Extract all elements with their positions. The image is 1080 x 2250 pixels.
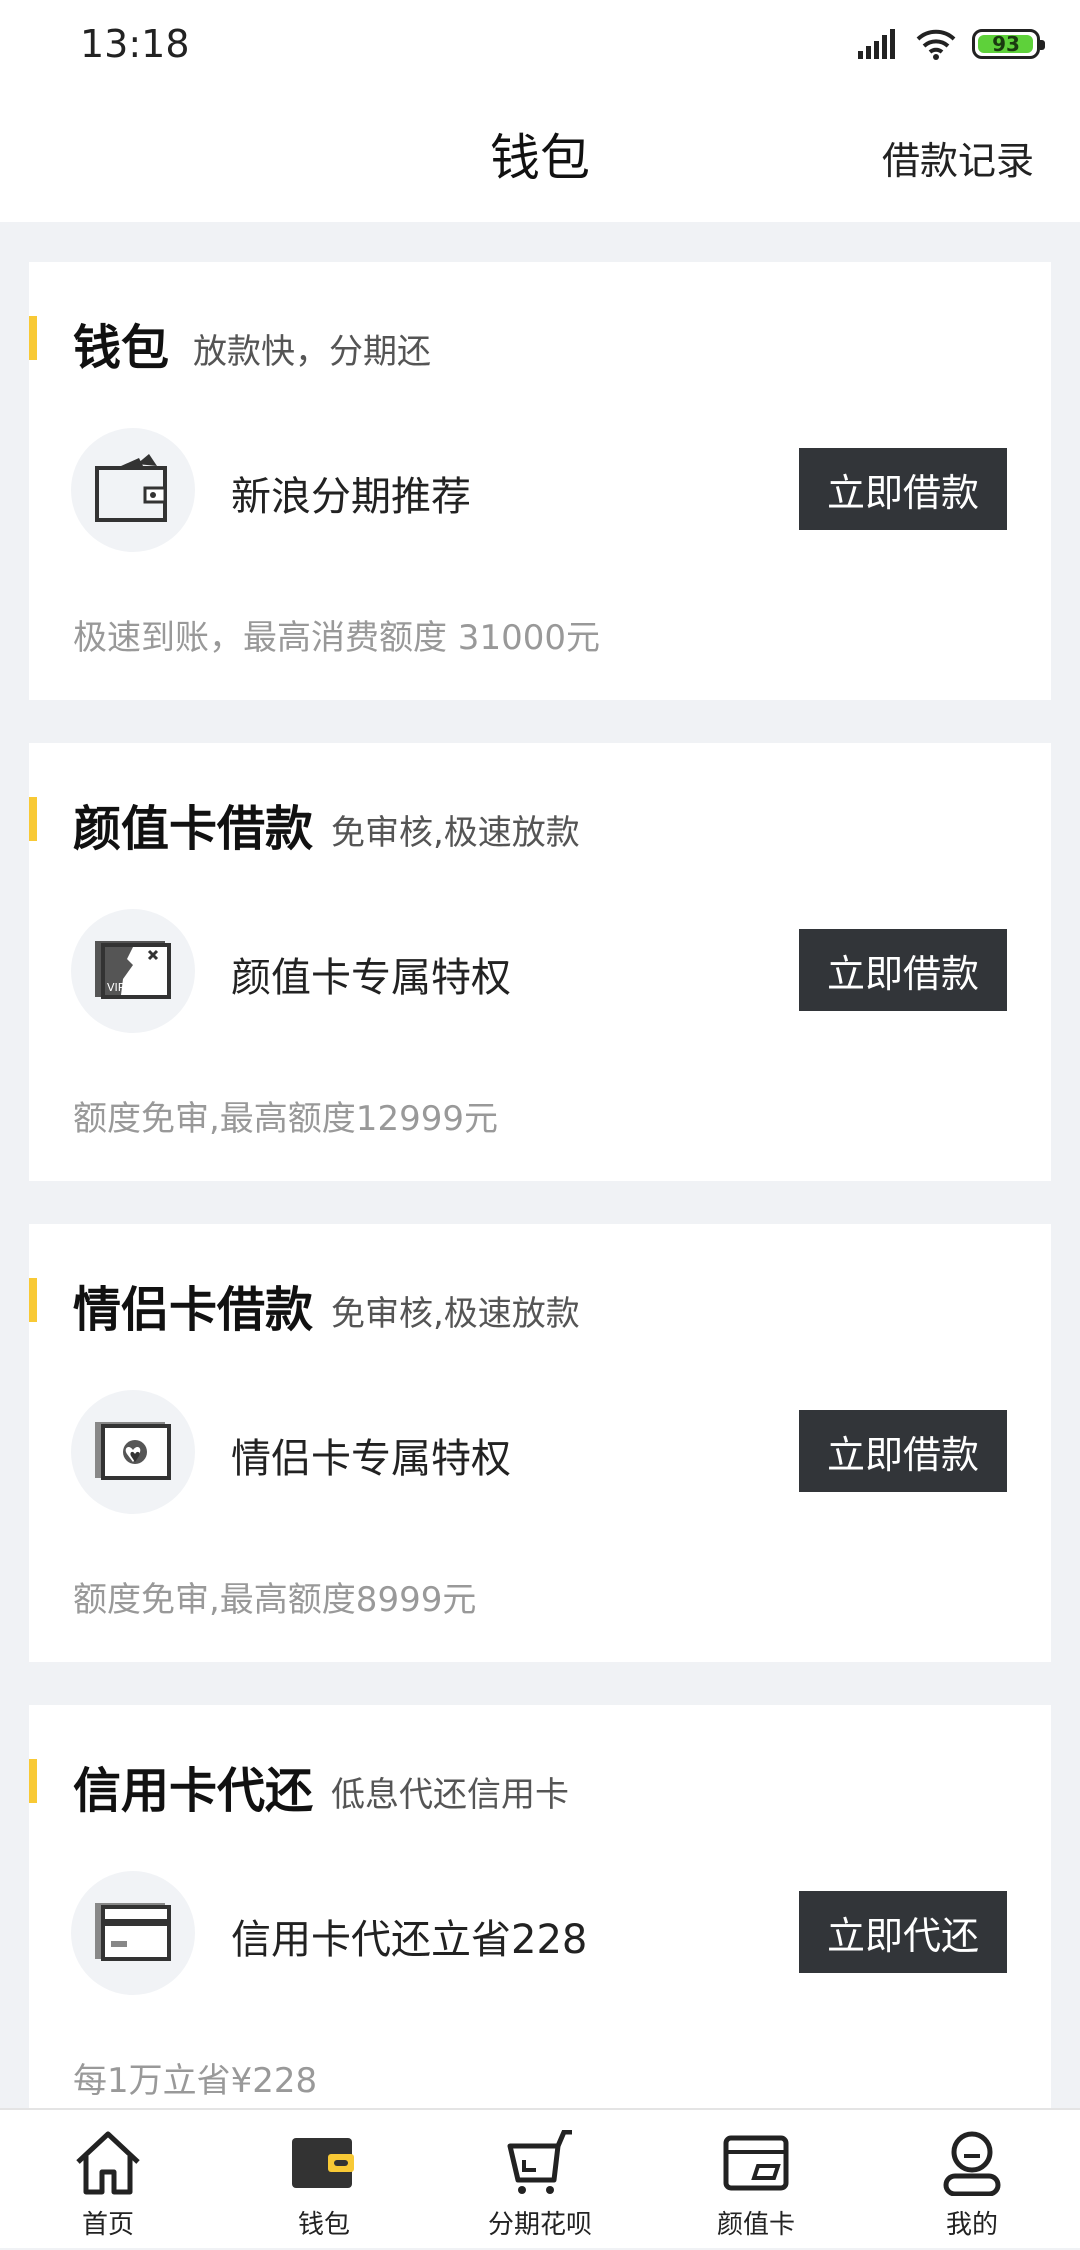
card-accent-bar [29, 797, 37, 841]
tab-label: 分期花呗 [487, 2210, 592, 2240]
borrow-now-button[interactable]: 立即借款 [799, 448, 1007, 530]
profile-icon [943, 2131, 1001, 2196]
tab-label: 钱包 [297, 2210, 350, 2240]
tab-home[interactable]: 首页 [0, 2110, 216, 2250]
card-subtitle: 免审核,极速放款 [331, 1294, 580, 1334]
battery-level: 93 [992, 32, 1020, 56]
card-description: 额度免审,最高额度8999元 [73, 1580, 477, 1620]
nav-bar: 钱包 借款记录 [0, 92, 1080, 222]
card-item-label: 信用卡代还立省228 [231, 1917, 588, 1963]
tab-label: 颜值卡 [716, 2210, 795, 2240]
tab-beauty-card[interactable]: 颜值卡 [648, 2110, 864, 2250]
card-title: 钱包 [73, 320, 170, 376]
card-description: 额度免审,最高额度12999元 [73, 1099, 498, 1139]
card-item-label: 情侣卡专属特权 [231, 1436, 511, 1482]
couple-card-icon [71, 1390, 195, 1514]
card-item-label: 颜值卡专属特权 [231, 955, 511, 1001]
status-bar: 13:18 93 [0, 0, 1080, 92]
credit-card-icon [71, 1871, 195, 1995]
card-accent-bar [29, 316, 37, 360]
card-subtitle: 低息代还信用卡 [331, 1775, 569, 1815]
loan-records-link[interactable]: 借款记录 [882, 130, 1034, 185]
card-subtitle: 放款快，分期还 [193, 332, 431, 372]
bottom-tab-bar: 首页 钱包 分期花呗 颜值卡 我的 [0, 2108, 1080, 2248]
card-couple-loan: 情侣卡借款 免审核,极速放款 情侣卡专属特权 立即借款 额度免审,最高额度899… [29, 1224, 1051, 1662]
home-icon [76, 2131, 140, 2195]
card-item-label: 新浪分期推荐 [231, 474, 471, 520]
card-credit-repay: 信用卡代还 低息代还信用卡 信用卡代还立省228 立即代还 每1万立省¥228 [29, 1705, 1051, 2143]
svg-text:VIP: VIP [107, 981, 125, 994]
card-subtitle: 免审核,极速放款 [331, 813, 580, 853]
tab-label: 首页 [81, 2210, 134, 2240]
wallet-icon [292, 2138, 354, 2188]
card-beauty-loan: 颜值卡借款 免审核,极速放款 VIP 颜值卡专属特权 立即借款 额度免审,最高额… [29, 743, 1051, 1181]
card-accent-bar [29, 1278, 37, 1322]
status-icons: 93 [858, 26, 1045, 62]
card-title: 信用卡代还 [73, 1763, 314, 1819]
card-description: 每1万立省¥228 [73, 2061, 318, 2101]
tab-mine[interactable]: 我的 [864, 2110, 1080, 2250]
card-icon [723, 2135, 789, 2191]
tab-wallet[interactable]: 钱包 [216, 2110, 432, 2250]
wallet-icon [71, 428, 195, 552]
status-time: 13:18 [80, 22, 190, 66]
tab-installment[interactable]: 分期花呗 [432, 2110, 648, 2250]
battery-icon: 93 [972, 29, 1045, 59]
card-wallet: 钱包 放款快，分期还 新浪分期推荐 立即借款 极速到账，最高消费额度 31000… [29, 262, 1051, 700]
borrow-now-button[interactable]: 立即借款 [799, 929, 1007, 1011]
wifi-icon [916, 29, 956, 60]
card-description: 极速到账，最高消费额度 31000元 [73, 618, 600, 658]
repay-now-button[interactable]: 立即代还 [799, 1891, 1007, 1973]
card-accent-bar [29, 1759, 37, 1803]
vip-card-icon: VIP [71, 909, 195, 1033]
tab-label: 我的 [945, 2210, 998, 2240]
signal-icon [858, 29, 895, 59]
borrow-now-button[interactable]: 立即借款 [799, 1410, 1007, 1492]
card-title: 颜值卡借款 [73, 801, 314, 857]
card-title: 情侣卡借款 [73, 1282, 314, 1338]
cart-icon [507, 2130, 572, 2194]
